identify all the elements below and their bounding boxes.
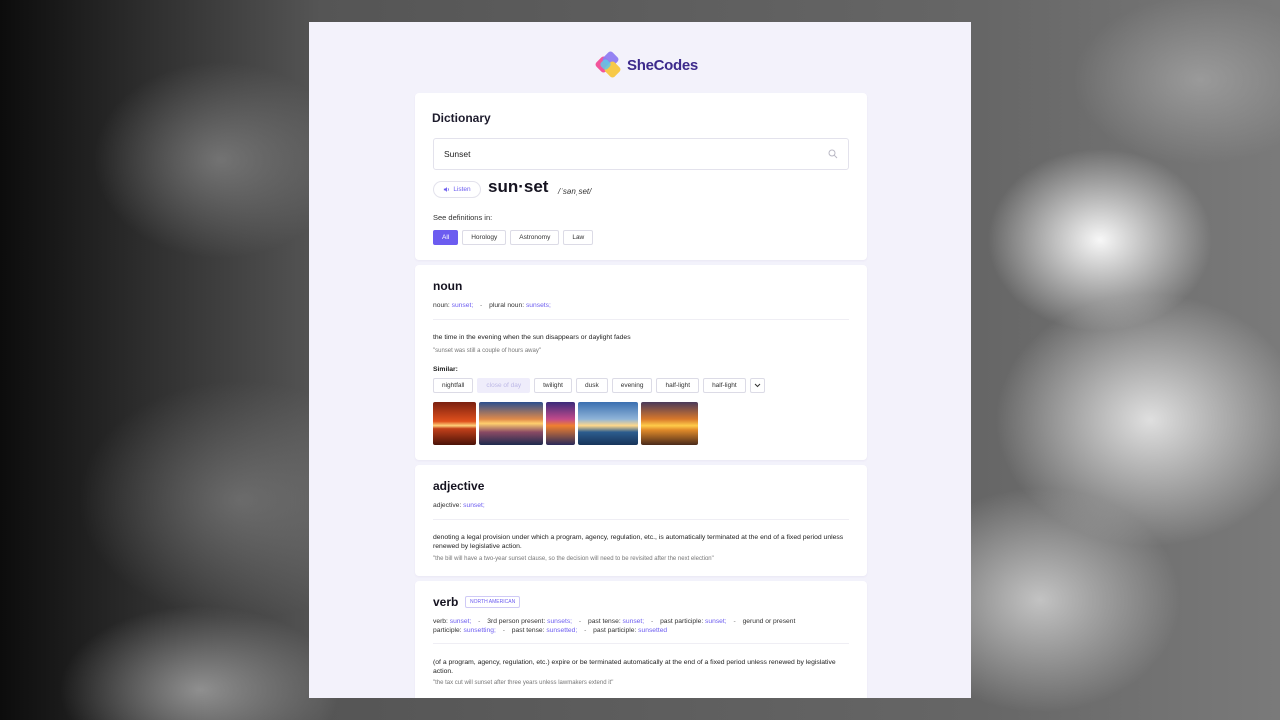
similar-word[interactable]: dusk [575, 378, 608, 393]
divider [433, 643, 849, 644]
adjective-forms: adjective: sunset; [433, 502, 485, 511]
form-label: noun: [433, 302, 450, 309]
verb-forms: verb: sunset; - 3rd person present: suns… [433, 618, 796, 634]
phonetic: /ˈsənˌset/ [558, 187, 592, 196]
category-chip-all[interactable]: All [433, 230, 459, 245]
form-label: past tense: [511, 626, 545, 634]
category-chip-astronomy[interactable]: Astronomy [510, 230, 560, 245]
verb-example: "the tax cut will sunset after three yea… [433, 680, 614, 686]
sunset-image[interactable] [641, 402, 698, 445]
category-filters: All Horology Astronomy Law [433, 230, 594, 245]
sunset-image[interactable] [433, 402, 476, 445]
sunset-image[interactable] [578, 402, 638, 445]
logo-mark-icon [594, 50, 623, 79]
search-icon[interactable] [828, 149, 838, 159]
verb-definition: (of a program, agency, regulation, etc.)… [433, 659, 836, 675]
form-label: verb: [433, 618, 448, 625]
form-link[interactable]: sunsetted; [546, 627, 577, 634]
noun-example: "sunset was still a couple of hours away… [433, 348, 541, 354]
verb-card: verb NORTH AMERICAN verb: sunset; - 3rd … [415, 581, 867, 698]
form-link[interactable]: sunset; [452, 302, 474, 309]
divider [433, 319, 849, 320]
form-label: past tense: [587, 618, 621, 625]
form-link[interactable]: sunsetted [638, 627, 667, 634]
part-of-speech-adjective: adjective [433, 479, 485, 493]
form-link[interactable]: sunsets; [547, 618, 572, 625]
category-chip-horology[interactable]: Horology [462, 230, 507, 245]
adjective-card: adjective adjective: sunset; denoting a … [415, 465, 867, 576]
similar-word[interactable]: nightfall [433, 378, 474, 393]
form-link[interactable]: sunset; [450, 618, 472, 625]
listen-button[interactable]: Listen [433, 181, 481, 198]
similar-word[interactable]: evening [611, 378, 653, 393]
noun-card: noun noun: sunset; - plural noun: sunset… [415, 265, 867, 460]
see-definitions-label: See definitions in: [433, 213, 493, 222]
part-of-speech-verb: verb [433, 595, 459, 609]
similar-word[interactable]: twilight [534, 378, 572, 393]
form-link[interactable]: sunset; [623, 618, 645, 625]
similar-word[interactable]: close of day [477, 378, 531, 393]
noun-forms: noun: sunset; - plural noun: sunsets; [433, 302, 551, 309]
listen-label: Listen [453, 186, 471, 193]
part-of-speech-noun: noun [433, 279, 463, 293]
form-label: 3rd person present: [487, 618, 546, 625]
search-value: Sunset [444, 149, 471, 159]
sunset-image-gallery [433, 402, 698, 445]
form-label: plural noun: [489, 302, 525, 309]
expand-similar-button[interactable] [749, 378, 765, 393]
search-input[interactable]: Sunset [433, 138, 849, 170]
speaker-icon [444, 187, 450, 192]
form-link[interactable]: sunset; [463, 502, 485, 509]
dictionary-page: SheCodes Dictionary Sunset Listen sun·se… [309, 22, 971, 698]
form-link[interactable]: sunsetting; [463, 627, 495, 634]
form-link[interactable]: sunsets; [526, 302, 551, 309]
search-card: Dictionary Sunset Listen sun·set /ˈsənˌs… [415, 93, 867, 260]
sunset-image[interactable] [546, 402, 575, 445]
category-chip-law[interactable]: Law [563, 230, 594, 245]
headword: sun·set [488, 177, 549, 196]
form-label: past participle: [660, 618, 704, 625]
form-label: past participle: [593, 626, 637, 634]
adjective-example: "the bill will have a two-year sunset cl… [433, 556, 714, 562]
shecodes-logo[interactable]: SheCodes [594, 50, 698, 79]
adjective-definition: denoting a legal provision under which a… [433, 534, 844, 550]
form-label: adjective: [433, 502, 462, 509]
sunset-image[interactable] [479, 402, 543, 445]
noun-definition: the time in the evening when the sun dis… [433, 334, 631, 341]
brand-name: SheCodes [627, 56, 698, 74]
divider [433, 519, 849, 520]
similar-label: Similar: [433, 366, 458, 373]
region-badge: NORTH AMERICAN [465, 596, 521, 608]
dictionary-title: Dictionary [432, 111, 491, 125]
similar-word[interactable]: half-light [656, 378, 700, 393]
form-link[interactable]: sunset; [705, 618, 727, 625]
similar-word[interactable]: half-light [703, 378, 746, 393]
similar-words: nightfall close of day twilight dusk eve… [433, 378, 765, 393]
chevron-down-icon [754, 383, 760, 388]
